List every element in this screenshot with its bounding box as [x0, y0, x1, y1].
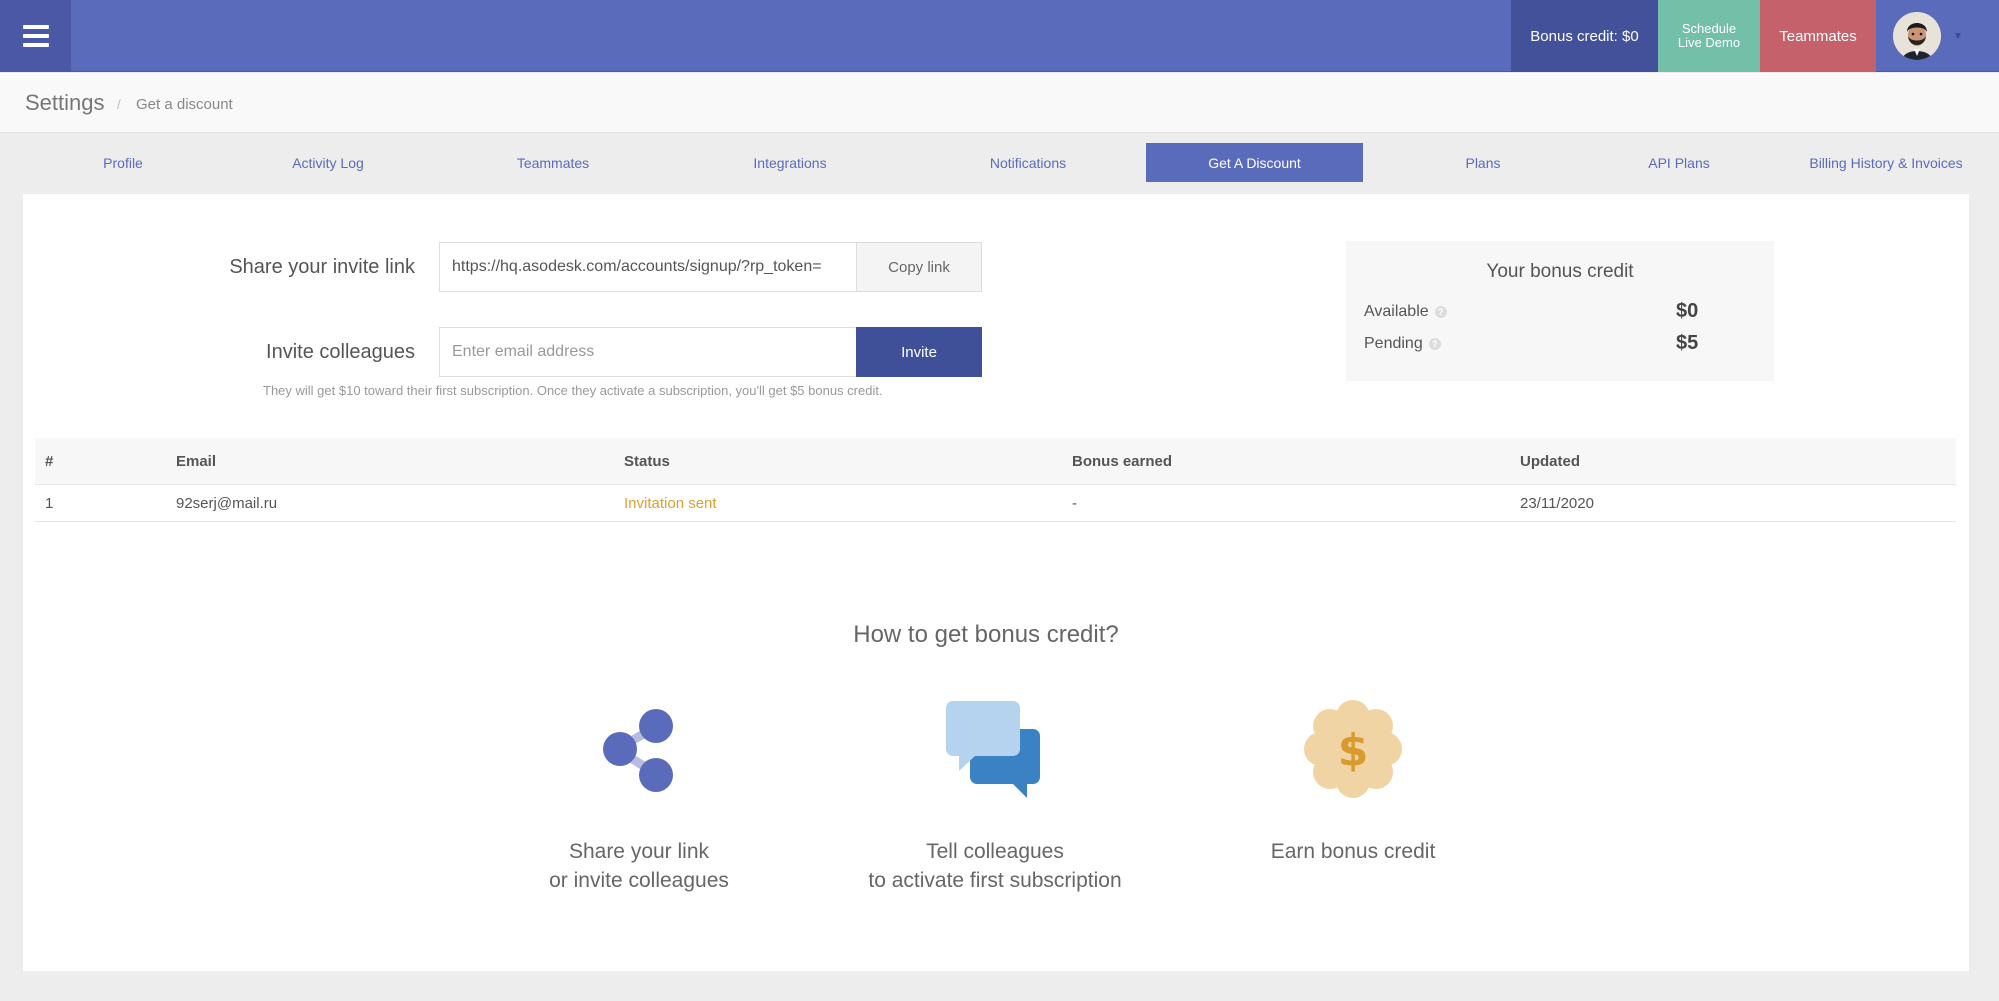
- invite-link-field[interactable]: [439, 242, 857, 292]
- tab-billing-history[interactable]: Billing History & Invoices: [1773, 143, 1999, 182]
- schedule-demo-line1: Schedule: [1681, 21, 1737, 36]
- row-number: 1: [45, 494, 54, 512]
- discount-card: Share your invite link Copy link Invite …: [23, 194, 1969, 971]
- email-field[interactable]: [439, 327, 857, 377]
- tab-get-a-discount[interactable]: Get A Discount: [1146, 143, 1363, 182]
- breadcrumb-separator: /: [117, 97, 121, 112]
- tab-teammates[interactable]: Teammates: [443, 143, 663, 182]
- bonus-credit-title: Your bonus credit: [1486, 261, 1634, 282]
- available-value: $0: [1676, 300, 1699, 322]
- col-status: Status: [624, 452, 670, 470]
- howto-title: How to get bonus credit?: [853, 621, 1119, 648]
- help-icon[interactable]: ?: [1428, 338, 1441, 350]
- available-label: Available: [1364, 303, 1429, 320]
- step-share: Share your link or invite colleagues: [509, 699, 769, 895]
- step-share-line2: or invite colleagues: [549, 869, 729, 892]
- step-tell-line2: to activate first subscription: [868, 869, 1122, 892]
- row-updated: 23/11/2020: [1520, 494, 1594, 512]
- schedule-demo-line2: Live Demo: [1677, 35, 1741, 50]
- table-row: 1 92serj@mail.ru Invitation sent - 23/11…: [35, 485, 1956, 522]
- available-row: Available ?: [1364, 303, 1447, 321]
- col-number: #: [45, 452, 54, 470]
- schedule-demo-button[interactable]: Schedule Live Demo: [1658, 0, 1760, 72]
- status-badge: Invitation sent: [624, 494, 717, 512]
- svg-text:$: $: [1338, 725, 1369, 776]
- copy-link-button[interactable]: Copy link: [856, 242, 982, 292]
- chevron-down-icon[interactable]: ▼: [1953, 31, 1963, 42]
- breadcrumb-current: Get a discount: [136, 96, 233, 113]
- col-bonus-earned: Bonus earned: [1072, 452, 1173, 470]
- row-bonus-earned: -: [1072, 494, 1077, 512]
- tab-integrations[interactable]: Integrations: [680, 143, 900, 182]
- bonus-credit-button[interactable]: Bonus credit: $0: [1511, 0, 1658, 72]
- menu-icon[interactable]: [0, 0, 71, 72]
- pending-row: Pending ?: [1364, 335, 1441, 353]
- tab-api-plans[interactable]: API Plans: [1569, 143, 1789, 182]
- top-bar: Bonus credit: $0 Schedule Live Demo Team…: [0, 0, 1999, 72]
- tab-notifications[interactable]: Notifications: [918, 143, 1138, 182]
- share-icon: [589, 699, 689, 799]
- tab-activity-log[interactable]: Activity Log: [223, 143, 433, 182]
- page-title: Settings: [25, 90, 105, 115]
- step-earn-line1: Earn bonus credit: [1270, 840, 1436, 863]
- col-updated: Updated: [1520, 452, 1580, 470]
- invite-hint: They will get $10 toward their first sub…: [263, 383, 883, 398]
- step-share-line1: Share your link: [568, 840, 710, 863]
- help-icon[interactable]: ?: [1434, 306, 1447, 318]
- settings-tabs: Profile Activity Log Teammates Integrati…: [23, 143, 1969, 182]
- step-earn: $ Earn bonus credit: [1223, 699, 1483, 866]
- invite-button[interactable]: Invite: [856, 327, 982, 377]
- teammates-button[interactable]: Teammates: [1760, 0, 1876, 72]
- dollar-badge-icon: $: [1303, 699, 1403, 799]
- chat-bubbles-icon: [945, 699, 1045, 799]
- bonus-credit-panel: Your bonus credit Available ? $0 Pending…: [1346, 241, 1774, 381]
- pending-value: $5: [1676, 332, 1699, 354]
- step-tell: Tell colleagues to activate first subscr…: [865, 699, 1125, 895]
- avatar[interactable]: [1893, 12, 1941, 60]
- pending-label: Pending: [1364, 335, 1423, 352]
- tab-plans[interactable]: Plans: [1373, 143, 1593, 182]
- share-link-label: Share your invite link: [229, 256, 415, 278]
- tab-profile[interactable]: Profile: [23, 143, 223, 182]
- col-email: Email: [176, 452, 217, 470]
- breadcrumb: Settings / Get a discount: [0, 73, 1999, 133]
- table-header: # Email Status Bonus earned Updated: [35, 438, 1956, 485]
- invites-table: # Email Status Bonus earned Updated 1 92…: [35, 438, 1956, 522]
- step-tell-line1: Tell colleagues: [926, 840, 1064, 863]
- row-email: 92serj@mail.ru: [176, 494, 278, 512]
- invite-colleagues-label: Invite colleagues: [266, 341, 415, 363]
